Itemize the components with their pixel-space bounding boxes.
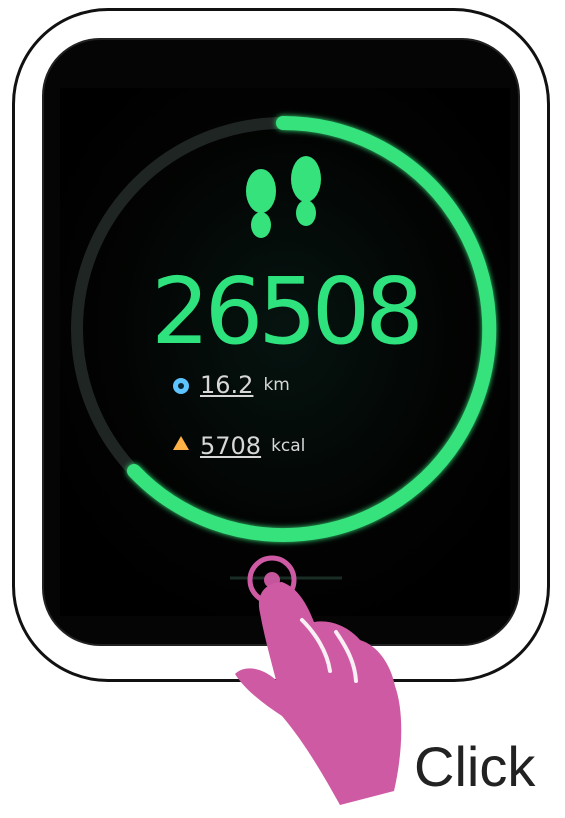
watch-screen[interactable]: 26508 16.2 km 5708 kcal	[60, 88, 510, 616]
distance-stat: 16.2 km	[172, 368, 290, 402]
distance-unit: km	[263, 375, 290, 395]
calories-unit: kcal	[271, 436, 306, 456]
distance-icon-slot	[172, 376, 190, 394]
distance-value: 16.2	[200, 371, 254, 399]
steps-count: 26508	[151, 258, 424, 365]
calories-value: 5708	[200, 432, 262, 460]
calories-stat: 5708 kcal	[172, 429, 305, 463]
calories-icon-slot	[172, 437, 190, 455]
instruction-label: Click	[414, 735, 536, 798]
